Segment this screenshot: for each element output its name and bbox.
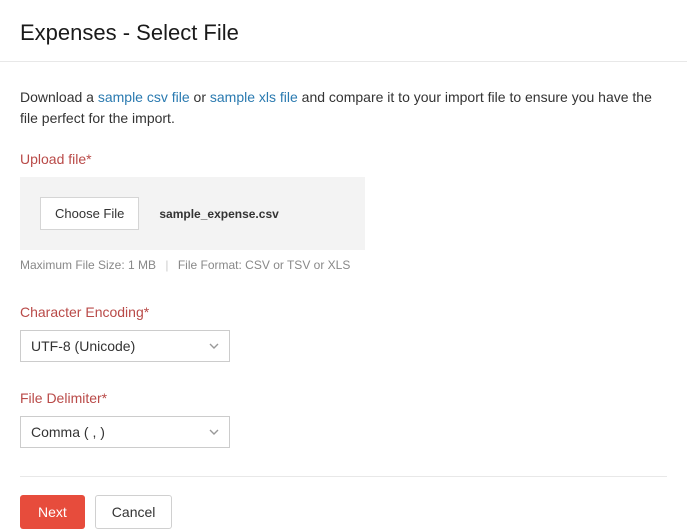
character-encoding-select[interactable]: UTF-8 (Unicode) xyxy=(20,330,230,362)
intro-text: Download a sample csv file or sample xls… xyxy=(20,87,667,129)
intro-part1: Download a xyxy=(20,89,98,105)
chosen-filename: sample_expense.csv xyxy=(159,207,278,221)
chevron-down-icon xyxy=(209,429,219,435)
next-button[interactable]: Next xyxy=(20,495,85,529)
intro-part2: or xyxy=(190,89,210,105)
helper-max-size: Maximum File Size: 1 MB xyxy=(20,258,156,272)
helper-file-format: File Format: CSV or TSV or XLS xyxy=(178,258,351,272)
character-encoding-value: UTF-8 (Unicode) xyxy=(31,338,135,354)
upload-file-label: Upload file* xyxy=(20,151,667,167)
header-divider xyxy=(0,61,687,62)
character-encoding-label: Character Encoding* xyxy=(20,304,667,320)
upload-helper-text: Maximum File Size: 1 MB | File Format: C… xyxy=(20,258,667,272)
footer-divider xyxy=(20,476,667,477)
upload-box: Choose File sample_expense.csv xyxy=(20,177,365,250)
chevron-down-icon xyxy=(209,343,219,349)
file-delimiter-label: File Delimiter* xyxy=(20,390,667,406)
cancel-button[interactable]: Cancel xyxy=(95,495,173,529)
choose-file-button[interactable]: Choose File xyxy=(40,197,139,230)
file-delimiter-select[interactable]: Comma ( , ) xyxy=(20,416,230,448)
helper-separator: | xyxy=(165,258,168,272)
page-title: Expenses - Select File xyxy=(20,20,667,46)
button-row: Next Cancel xyxy=(20,495,667,529)
file-delimiter-value: Comma ( , ) xyxy=(31,424,105,440)
sample-csv-link[interactable]: sample csv file xyxy=(98,89,190,105)
sample-xls-link[interactable]: sample xls file xyxy=(210,89,298,105)
